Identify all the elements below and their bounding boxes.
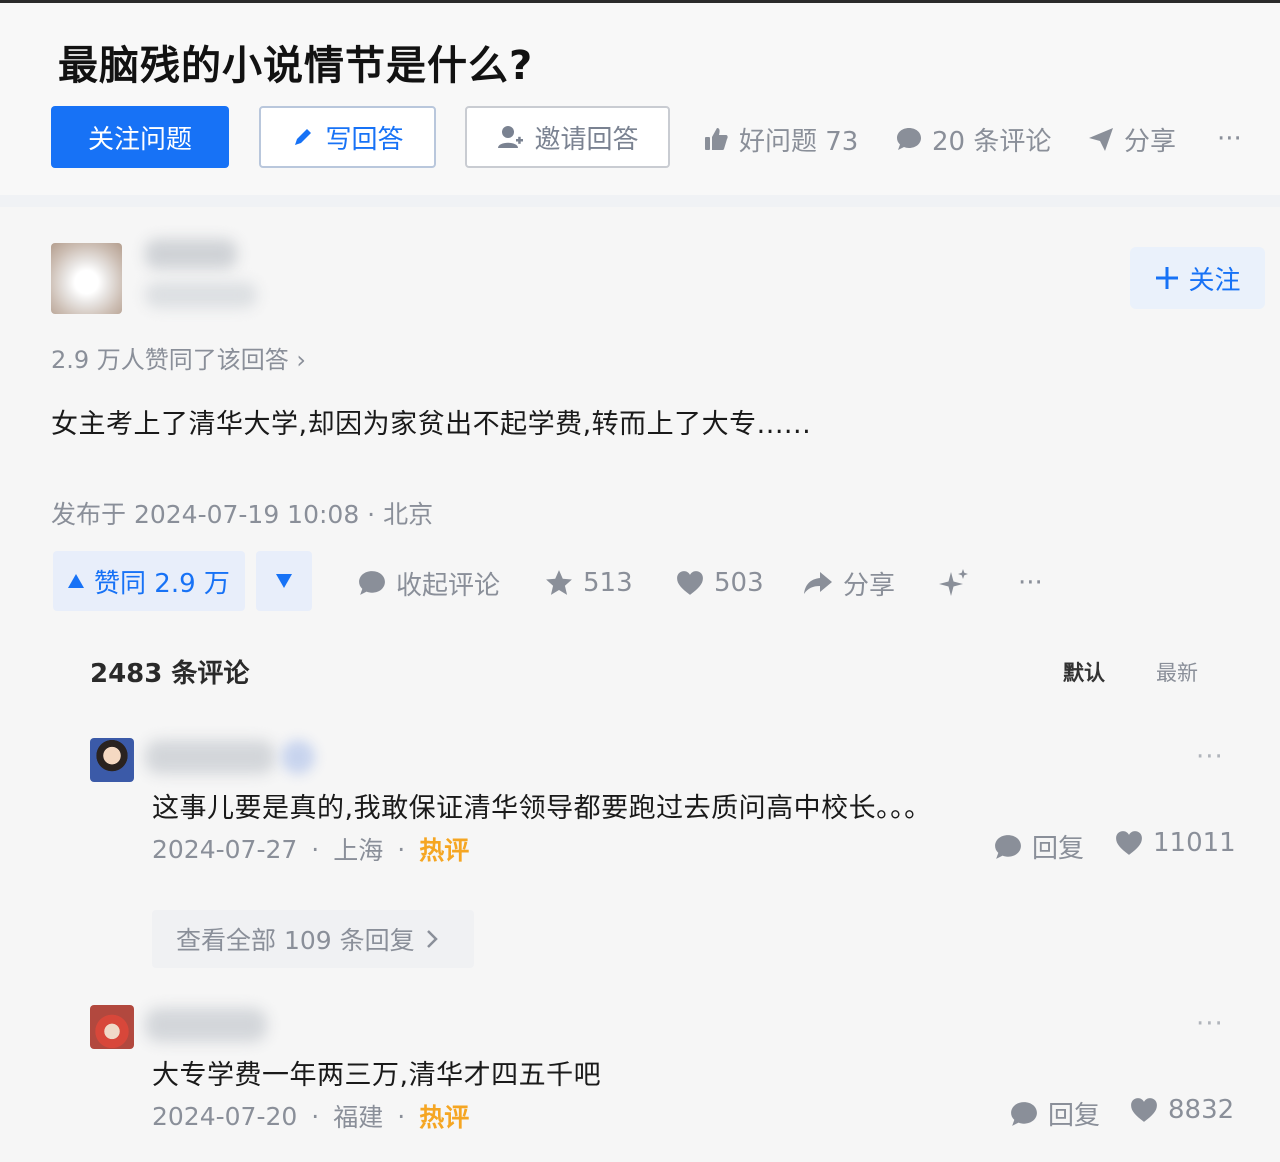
downvote-button[interactable]	[256, 551, 312, 611]
plus-icon	[1156, 267, 1179, 289]
follow-author-button[interactable]: 关注	[1130, 247, 1265, 309]
paper-plane-icon	[1089, 128, 1113, 151]
hot-comment-tag: 热评	[419, 836, 470, 865]
meta-separator: ·	[311, 834, 320, 864]
view-all-replies-label: 查看全部 109 条回复	[176, 926, 415, 955]
thumbs-up-icon	[705, 128, 728, 150]
reply-button[interactable]: 回复	[1010, 1095, 1100, 1132]
follow-author-label: 关注	[1188, 265, 1241, 296]
collapse-comments-button[interactable]: 收起评论	[358, 563, 500, 603]
answer-more-label: ···	[1018, 568, 1043, 598]
section-divider	[0, 195, 1280, 207]
question-title: 最脑残的小说情节是什么?	[58, 43, 534, 89]
comment-meta: 2024-07-20 · 福建 · 热评	[152, 1098, 469, 1134]
answer-content: 女主考上了清华大学,却因为家贫出不起学费,转而上了大专......	[51, 409, 812, 440]
comment-bubble-icon	[359, 571, 385, 595]
invite-answer-label: 邀请回答	[534, 124, 639, 155]
comment-text: 这事儿要是真的,我敢保证清华领导都要跑过去质问高中校长。。。	[152, 793, 932, 824]
sort-latest-tab[interactable]: 最新	[1156, 657, 1198, 687]
question-comments-label: 20 条评论	[932, 126, 1052, 157]
reply-button[interactable]: 回复	[994, 828, 1084, 865]
good-question-label: 好问题 73	[739, 126, 859, 157]
chevron-right-icon	[426, 930, 438, 948]
ai-sparkle-button[interactable]	[939, 563, 979, 603]
question-share-label: 分享	[1124, 126, 1177, 157]
author-avatar[interactable]	[51, 243, 122, 314]
follow-question-button[interactable]: 关注问题	[51, 106, 229, 168]
comment-bubble-icon	[1011, 1101, 1037, 1126]
triangle-up-icon	[68, 574, 85, 588]
author-headline-blurred	[145, 282, 257, 308]
heart-icon	[677, 571, 703, 595]
comment-like-button[interactable]: 11011	[1115, 828, 1236, 858]
question-more-button[interactable]: ···	[1217, 119, 1242, 159]
comment-meta: 2024-07-27 · 上海 · 热评	[152, 831, 469, 867]
view-all-replies-button[interactable]: 查看全部 109 条回复	[152, 910, 474, 968]
comment-more-button[interactable]: ···	[1196, 1009, 1224, 1039]
comment-more-button[interactable]: ···	[1196, 742, 1224, 772]
sort-default-tab[interactable]: 默认	[1063, 657, 1105, 687]
commenter-badge-blurred	[281, 740, 315, 774]
upvote-label: 赞同 2.9 万	[94, 568, 230, 599]
comment-date: 2024-07-20	[152, 1101, 298, 1131]
author-name-blurred	[145, 239, 237, 269]
comment-bubble-icon	[897, 128, 921, 150]
like-button[interactable]: 503	[676, 563, 764, 603]
comment-like-count: 11011	[1153, 828, 1236, 858]
upvote-button[interactable]: 赞同 2.9 万	[53, 551, 245, 611]
share-arrow-icon	[804, 572, 832, 594]
invite-answer-button[interactable]: 邀请回答	[465, 106, 670, 168]
commenter-name-blurred	[145, 1008, 267, 1042]
comment-location: 上海	[333, 836, 384, 865]
comment-date: 2024-07-27	[152, 834, 298, 864]
meta-separator: ·	[397, 834, 406, 864]
question-share-button[interactable]: 分享	[1088, 119, 1176, 159]
triangle-down-icon	[276, 574, 292, 588]
pencil-icon	[295, 129, 312, 145]
reply-label: 回复	[1032, 834, 1085, 864]
comment-text: 大专学费一年两三万,清华才四五千吧	[152, 1060, 602, 1091]
commenter-name-blurred	[145, 740, 275, 774]
heart-icon	[1131, 1098, 1157, 1122]
sparkle-icon	[939, 569, 968, 596]
answer-share-button[interactable]: 分享	[803, 563, 895, 603]
upvote-summary-link[interactable]: 2.9 万人赞同了该回答 ›	[51, 340, 306, 375]
write-answer-button[interactable]: 写回答	[259, 106, 436, 168]
collapse-comments-label: 收起评论	[396, 570, 501, 601]
answer-share-label: 分享	[843, 570, 896, 601]
comment-like-button[interactable]: 8832	[1130, 1095, 1234, 1125]
hot-comment-tag: 热评	[419, 1103, 470, 1132]
commenter-avatar[interactable]	[90, 738, 134, 782]
answer-more-button[interactable]: ···	[1018, 563, 1043, 603]
heart-icon	[1116, 831, 1142, 855]
comments-count: 2483 条评论	[90, 659, 250, 689]
question-header: 最脑残的小说情节是什么? 关注问题 写回答 邀请回答 好问题 73 20 条评论	[0, 3, 1280, 195]
comment-like-count: 8832	[1168, 1095, 1235, 1125]
meta-separator: ·	[311, 1101, 320, 1131]
write-answer-label: 写回答	[325, 124, 404, 155]
invite-user-icon	[498, 126, 524, 148]
favorite-button[interactable]: 513	[545, 563, 633, 603]
meta-separator: ·	[397, 1101, 406, 1131]
good-question-button[interactable]: 好问题 73	[703, 119, 858, 159]
question-comments-button[interactable]: 20 条评论	[896, 119, 1051, 159]
follow-question-label: 关注问题	[87, 124, 192, 155]
publish-info: 发布于 2024-07-19 10:08 · 北京	[51, 500, 434, 529]
reply-label: 回复	[1048, 1101, 1101, 1131]
question-more-label: ···	[1217, 124, 1242, 154]
comment-bubble-icon	[995, 834, 1021, 859]
commenter-avatar[interactable]	[90, 1005, 134, 1049]
likes-count: 503	[714, 568, 764, 598]
favorites-count: 513	[583, 568, 633, 598]
comment-location: 福建	[333, 1103, 384, 1132]
star-icon	[546, 570, 572, 595]
